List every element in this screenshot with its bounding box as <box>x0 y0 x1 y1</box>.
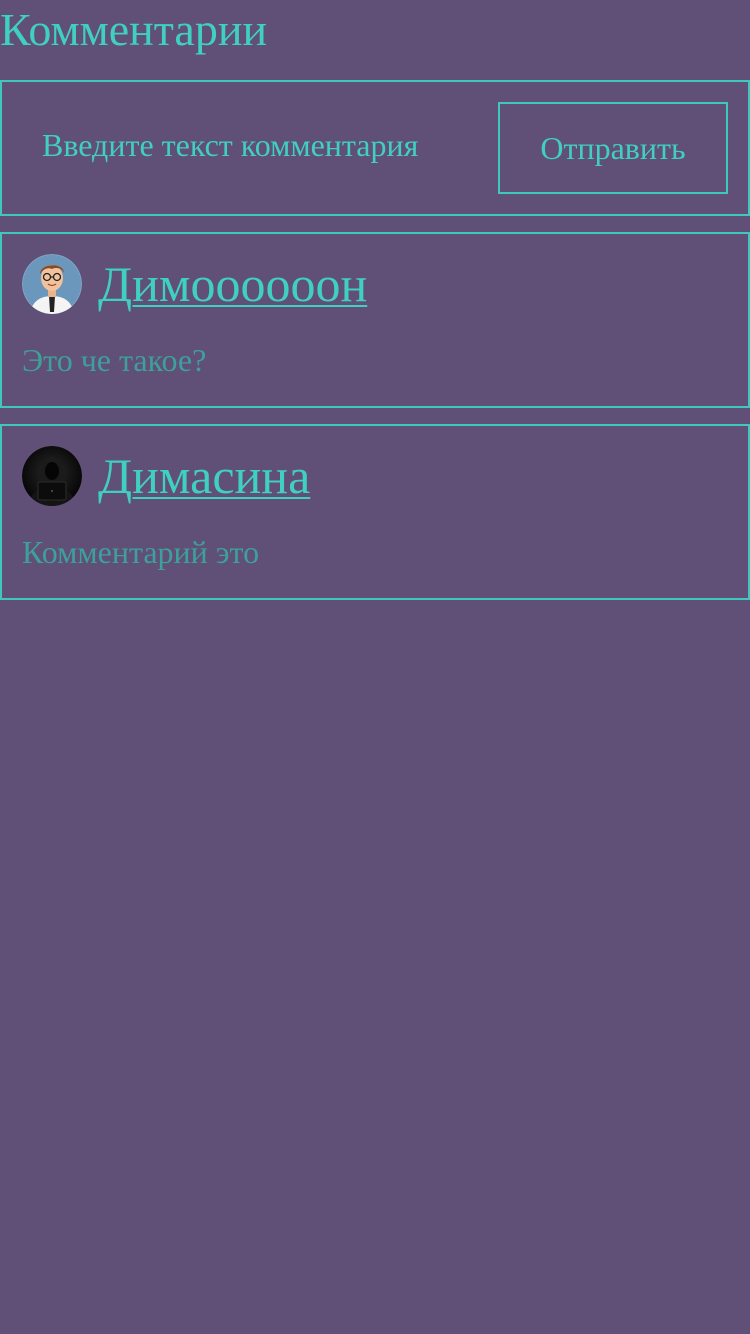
comment-text: Комментарий это <box>22 534 260 570</box>
comment-card: Димоооооон Это че такое? <box>0 232 750 408</box>
comment-card: Димасина Комментарий это <box>0 424 750 600</box>
comment-form: Отправить <box>0 80 750 216</box>
author-link[interactable]: Димасина <box>98 448 310 504</box>
comment-input[interactable] <box>42 110 452 180</box>
hooded-hacker-avatar-icon[interactable] <box>22 446 82 506</box>
comment-text: Это че такое? <box>22 342 207 378</box>
author-link[interactable]: Димоооооон <box>98 256 367 312</box>
send-button[interactable]: Отправить <box>498 102 728 194</box>
cartoon-man-with-glasses-avatar-icon[interactable] <box>22 254 82 314</box>
page-title: Комментарии <box>0 4 268 55</box>
